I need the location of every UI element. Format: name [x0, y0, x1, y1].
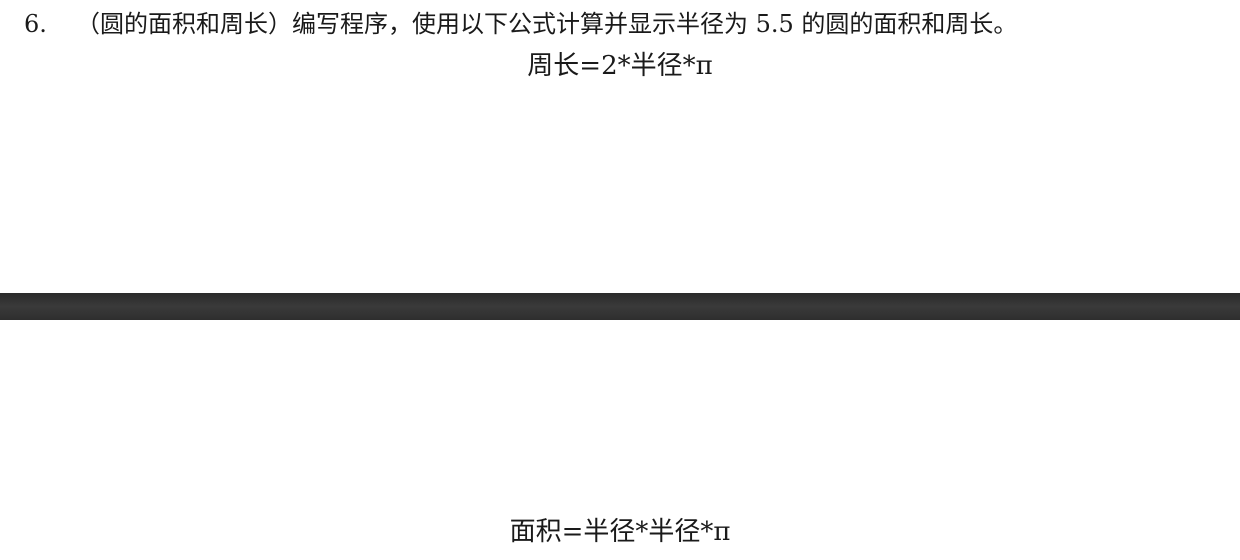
document-page-bottom: 面积=半径*半径*π [0, 320, 1240, 560]
question-text: （圆的面积和周长）编写程序，使用以下公式计算并显示半径为 5.5 的圆的面积和周… [76, 10, 1018, 38]
area-formula: 面积=半径*半径*π [509, 517, 731, 547]
document-page-top: 6. （圆的面积和周长）编写程序，使用以下公式计算并显示半径为 5.5 的圆的面积… [0, 0, 1240, 293]
question-line: 6. （圆的面积和周长）编写程序，使用以下公式计算并显示半径为 5.5 的圆的面积… [24, 6, 1017, 42]
page-separator [0, 293, 1240, 320]
question-number: 6. [24, 10, 47, 38]
circumference-formula: 周长=2*半径*π [527, 51, 713, 81]
